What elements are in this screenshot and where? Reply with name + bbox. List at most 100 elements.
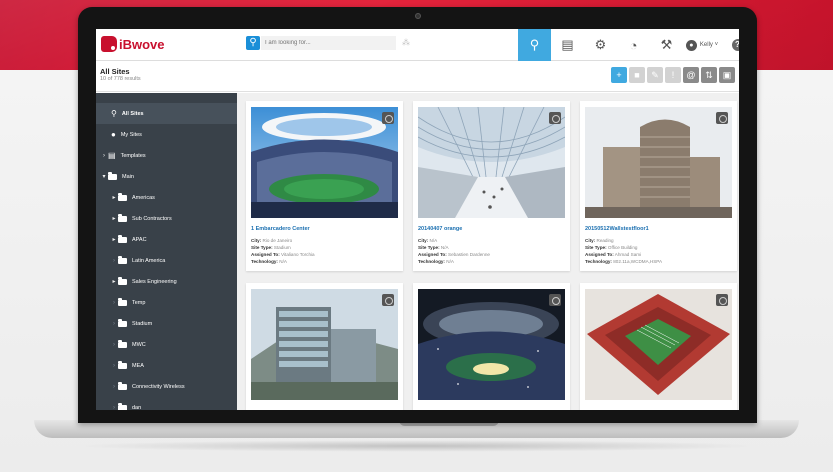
caret-right-icon: ▸ bbox=[112, 279, 116, 285]
exclamation-icon: ! bbox=[671, 70, 675, 80]
sidebar-item-label: Latin America bbox=[132, 257, 166, 264]
folder-icon bbox=[118, 297, 127, 306]
help-button[interactable]: ? bbox=[721, 29, 739, 61]
folder-icon bbox=[118, 213, 127, 222]
search-icon[interactable]: ⚲ bbox=[246, 36, 260, 50]
site-technology: Technology: N/A bbox=[251, 259, 287, 264]
sidebar-item-label: Sub Contractors bbox=[132, 215, 172, 222]
site-thumbnail[interactable] bbox=[251, 107, 398, 218]
page-title: All Sites bbox=[100, 67, 130, 76]
sidebar-item-main[interactable]: ▾ Main bbox=[96, 166, 237, 187]
sort-icon: ⇅ bbox=[705, 69, 713, 80]
sidebar-item-apac[interactable]: ▸ APAC bbox=[96, 229, 237, 250]
caret-right-icon: ▸ bbox=[112, 237, 116, 243]
sidebar-item-label: dan bbox=[132, 404, 142, 411]
caret-down-icon: ▾ bbox=[102, 174, 106, 180]
info-button[interactable]: ! bbox=[665, 67, 681, 83]
filter-icon[interactable]: ⁂ bbox=[402, 38, 410, 47]
sidebar-item-connectivity-wireless[interactable]: › Connectivity Wireless bbox=[96, 376, 237, 397]
folder-icon bbox=[118, 255, 127, 264]
plus-icon: + bbox=[616, 70, 622, 80]
site-city: City: Rio de Janeiro bbox=[251, 238, 293, 243]
sidebar-item-label: Connectivity Wireless bbox=[132, 383, 185, 390]
folder-icon bbox=[118, 318, 127, 327]
delete-button[interactable]: ■ bbox=[629, 67, 645, 83]
sidebar-item-stadium[interactable]: › Stadium bbox=[96, 313, 237, 334]
workflow-nav-button[interactable]: ⚙ bbox=[584, 29, 617, 61]
search-input[interactable] bbox=[261, 36, 396, 50]
top-nav: ⚲ ▤ ⚙ ◔ ⚒ ● Kelly ˅ ? bbox=[518, 29, 739, 61]
sidebar-item-label: Temp bbox=[132, 299, 146, 306]
folder-icon bbox=[118, 381, 127, 390]
folder-icon bbox=[118, 234, 127, 243]
projects-nav-button[interactable]: ▤ bbox=[551, 29, 584, 61]
save-button[interactable]: ▣ bbox=[719, 67, 735, 83]
site-thumbnail[interactable] bbox=[418, 289, 565, 400]
sidebar-item-sales-engineering[interactable]: ▸ Sales Engineering bbox=[96, 271, 237, 292]
site-thumbnail[interactable] bbox=[251, 289, 398, 400]
folder-icon bbox=[108, 171, 117, 180]
camera-icon[interactable] bbox=[549, 294, 561, 306]
user-name: Kelly bbox=[699, 42, 713, 48]
email-button[interactable]: @ bbox=[683, 67, 699, 83]
sidebar: ⚲ All Sites ● My Sites › ▤ Templates ▾ M… bbox=[96, 93, 237, 410]
site-card[interactable]: 1 Embarcadero Center City: Rio de Janeir… bbox=[246, 101, 403, 271]
dashboard-nav-button[interactable]: ◔ bbox=[617, 29, 650, 61]
camera-icon bbox=[415, 13, 421, 19]
pencil-icon: ✎ bbox=[651, 69, 659, 80]
clipboard-icon: ▤ bbox=[561, 37, 574, 52]
sort-button[interactable]: ⇅ bbox=[701, 67, 717, 83]
site-card[interactable] bbox=[246, 283, 403, 410]
sites-nav-button[interactable]: ⚲ bbox=[518, 29, 551, 61]
gauge-icon: ◔ bbox=[629, 37, 638, 53]
site-title[interactable]: 1 Embarcadero Center bbox=[251, 226, 310, 232]
site-title[interactable]: 20150512Wallstestfloor1 bbox=[585, 226, 649, 232]
camera-icon[interactable] bbox=[382, 294, 394, 306]
top-bar: iBwove ⚲ ⁂ ⚲ ▤ ⚙ ◔ ⚒ ● Kelly ˅ ? bbox=[96, 29, 739, 61]
camera-icon[interactable] bbox=[382, 112, 394, 124]
folder-icon bbox=[118, 339, 127, 348]
site-card[interactable] bbox=[580, 283, 737, 410]
sidebar-item-mwc[interactable]: › MWC bbox=[96, 334, 237, 355]
site-technology: Technology: 802.11a,WCDMA,HSPA bbox=[585, 259, 663, 264]
sidebar-item-templates[interactable]: › ▤ Templates bbox=[96, 145, 237, 166]
sidebar-item-mea[interactable]: › MEA bbox=[96, 355, 237, 376]
workflow-icon: ⚙ bbox=[594, 37, 607, 52]
camera-icon[interactable] bbox=[716, 112, 728, 124]
sidebar-item-dan[interactable]: › dan bbox=[96, 397, 237, 410]
sidebar-item-my-sites[interactable]: ● My Sites bbox=[96, 124, 237, 145]
logo[interactable]: iBwove bbox=[101, 36, 165, 52]
sidebar-item-label: Templates bbox=[120, 152, 146, 159]
camera-icon[interactable] bbox=[549, 112, 561, 124]
sidebar-item-latin-america[interactable]: › Latin America bbox=[96, 250, 237, 271]
site-type: Site Type: Office Building bbox=[585, 245, 638, 250]
site-card[interactable]: 20140407 orange City: N/A Site Type: N/A… bbox=[413, 101, 570, 271]
site-card[interactable]: 20150512Wallstestfloor1 City: Reading Si… bbox=[580, 101, 737, 271]
sidebar-item-temp[interactable]: › Temp bbox=[96, 292, 237, 313]
logo-icon bbox=[101, 36, 117, 52]
tools-nav-button[interactable]: ⚒ bbox=[650, 29, 683, 61]
sidebar-item-label: My Sites bbox=[120, 131, 142, 138]
user-icon: ● bbox=[111, 130, 116, 139]
sites-icon: ⚲ bbox=[111, 109, 117, 118]
sidebar-item-label: Main bbox=[122, 173, 134, 180]
site-thumbnail[interactable] bbox=[585, 107, 732, 218]
sidebar-item-sub-contractors[interactable]: ▸ Sub Contractors bbox=[96, 208, 237, 229]
sidebar-item-label: Americas bbox=[132, 194, 155, 201]
edit-button[interactable]: ✎ bbox=[647, 67, 663, 83]
chevron-right-icon: › bbox=[103, 152, 105, 159]
site-technology: Technology: N/A bbox=[418, 259, 454, 264]
sidebar-item-americas[interactable]: ▸ Americas bbox=[96, 187, 237, 208]
user-menu[interactable]: ● Kelly ˅ bbox=[683, 29, 721, 61]
trash-icon: ■ bbox=[634, 70, 640, 80]
site-title[interactable]: 20140407 orange bbox=[418, 226, 462, 232]
sidebar-item-all-sites[interactable]: ⚲ All Sites bbox=[96, 103, 237, 124]
site-thumbnail[interactable] bbox=[418, 107, 565, 218]
site-thumbnail[interactable] bbox=[585, 289, 732, 400]
site-card[interactable] bbox=[413, 283, 570, 410]
camera-icon[interactable] bbox=[716, 294, 728, 306]
toolbar: + ■ ✎ ! @ ⇅ ▣ bbox=[609, 67, 735, 83]
add-button[interactable]: + bbox=[611, 67, 627, 83]
sidebar-item-label: MWC bbox=[132, 341, 146, 348]
save-icon: ▣ bbox=[722, 69, 732, 80]
